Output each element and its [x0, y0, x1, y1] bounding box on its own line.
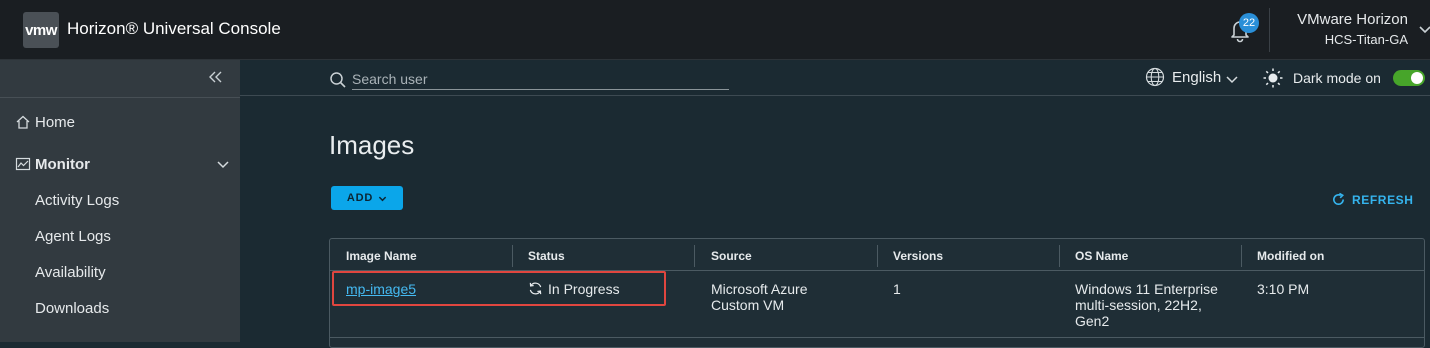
sidebar-item-label: Monitor	[35, 155, 90, 173]
versions-cell: 1	[893, 281, 901, 297]
org-subtitle[interactable]: HCS-Titan-GA	[1325, 32, 1408, 47]
column-header-modified-on[interactable]: Modified on	[1257, 249, 1324, 263]
sidebar-item-activity-logs[interactable]: Activity Logs	[0, 182, 240, 218]
sidebar-item-availability[interactable]: Availability	[0, 254, 240, 290]
header-divider	[1269, 8, 1270, 52]
column-separator[interactable]	[1059, 245, 1060, 267]
table-header: Image Name Status Source Versions OS Nam…	[330, 239, 1424, 271]
chart-icon	[15, 157, 31, 171]
sidebar-item-label: Availability	[35, 263, 106, 281]
page-title: Images	[329, 130, 415, 160]
add-button[interactable]: ADD	[331, 186, 403, 210]
add-button-label: ADD	[346, 192, 374, 204]
column-header-versions[interactable]: Versions	[893, 249, 943, 263]
sidebar-item-label: Activity Logs	[35, 191, 120, 209]
os-line: Gen2	[1075, 313, 1110, 329]
app-header: vmw Horizon® Universal Console 22 VMware…	[0, 0, 1430, 60]
sidebar-item-downloads[interactable]: Downloads	[0, 290, 240, 326]
column-header-status[interactable]: Status	[528, 249, 565, 263]
globe-icon	[1145, 67, 1165, 87]
sidebar-item-home[interactable]: Home	[0, 104, 240, 140]
notification-badge: 22	[1239, 13, 1259, 33]
highlight-box	[332, 271, 666, 306]
source-cell: Microsoft Azure Custom VM	[711, 281, 807, 313]
dark-mode-label: Dark mode on	[1293, 70, 1381, 86]
os-name-cell: Windows 11 Enterprise multi-session, 22H…	[1075, 281, 1218, 329]
modified-cell: 3:10 PM	[1257, 281, 1310, 297]
search-icon	[330, 72, 346, 88]
column-header-source[interactable]: Source	[711, 249, 752, 263]
sidebar-item-monitor[interactable]: Monitor	[0, 146, 240, 182]
source-line: Microsoft Azure	[711, 281, 808, 297]
sidebar-item-label: Home	[35, 113, 76, 131]
vmware-logo[interactable]: vmw	[23, 12, 59, 48]
refresh-label: REFRESH	[1352, 192, 1414, 207]
language-selector[interactable]: English	[1172, 69, 1221, 86]
column-separator[interactable]	[694, 245, 695, 267]
column-header-image-name[interactable]: Image Name	[346, 249, 417, 263]
home-icon	[16, 115, 30, 129]
source-line: Custom VM	[711, 297, 785, 313]
column-separator[interactable]	[1241, 245, 1242, 267]
chevron-down-icon[interactable]	[1418, 22, 1430, 36]
column-separator[interactable]	[877, 245, 878, 267]
sidebar: Home Monitor Activity Logs Agent Logs Av…	[0, 60, 240, 342]
os-line: multi-session, 22H2,	[1075, 297, 1202, 313]
dark-mode-toggle[interactable]	[1393, 70, 1425, 86]
chevron-down-icon[interactable]	[1225, 72, 1239, 86]
sidebar-item-label: Downloads	[35, 299, 110, 317]
app-title: Horizon® Universal Console	[67, 19, 281, 38]
sidebar-item-agent-logs[interactable]: Agent Logs	[0, 218, 240, 254]
collapse-sidebar-icon[interactable]	[207, 69, 223, 85]
os-line: Windows 11 Enterprise	[1075, 281, 1218, 297]
sidebar-divider	[0, 97, 240, 98]
refresh-button[interactable]: REFRESH	[1331, 192, 1414, 207]
toggle-knob	[1411, 72, 1423, 84]
chevron-down-icon	[378, 196, 387, 201]
top-toolbar: English Dark mode on	[240, 60, 1430, 96]
chevron-down-icon[interactable]	[216, 157, 230, 171]
sidebar-item-label: Agent Logs	[35, 227, 111, 245]
column-separator[interactable]	[512, 245, 513, 267]
refresh-icon	[1333, 192, 1345, 205]
search-input[interactable]	[352, 68, 729, 90]
org-name[interactable]: VMware Horizon	[1297, 11, 1408, 28]
column-header-os-name[interactable]: OS Name	[1075, 249, 1128, 263]
sun-icon	[1263, 68, 1283, 88]
